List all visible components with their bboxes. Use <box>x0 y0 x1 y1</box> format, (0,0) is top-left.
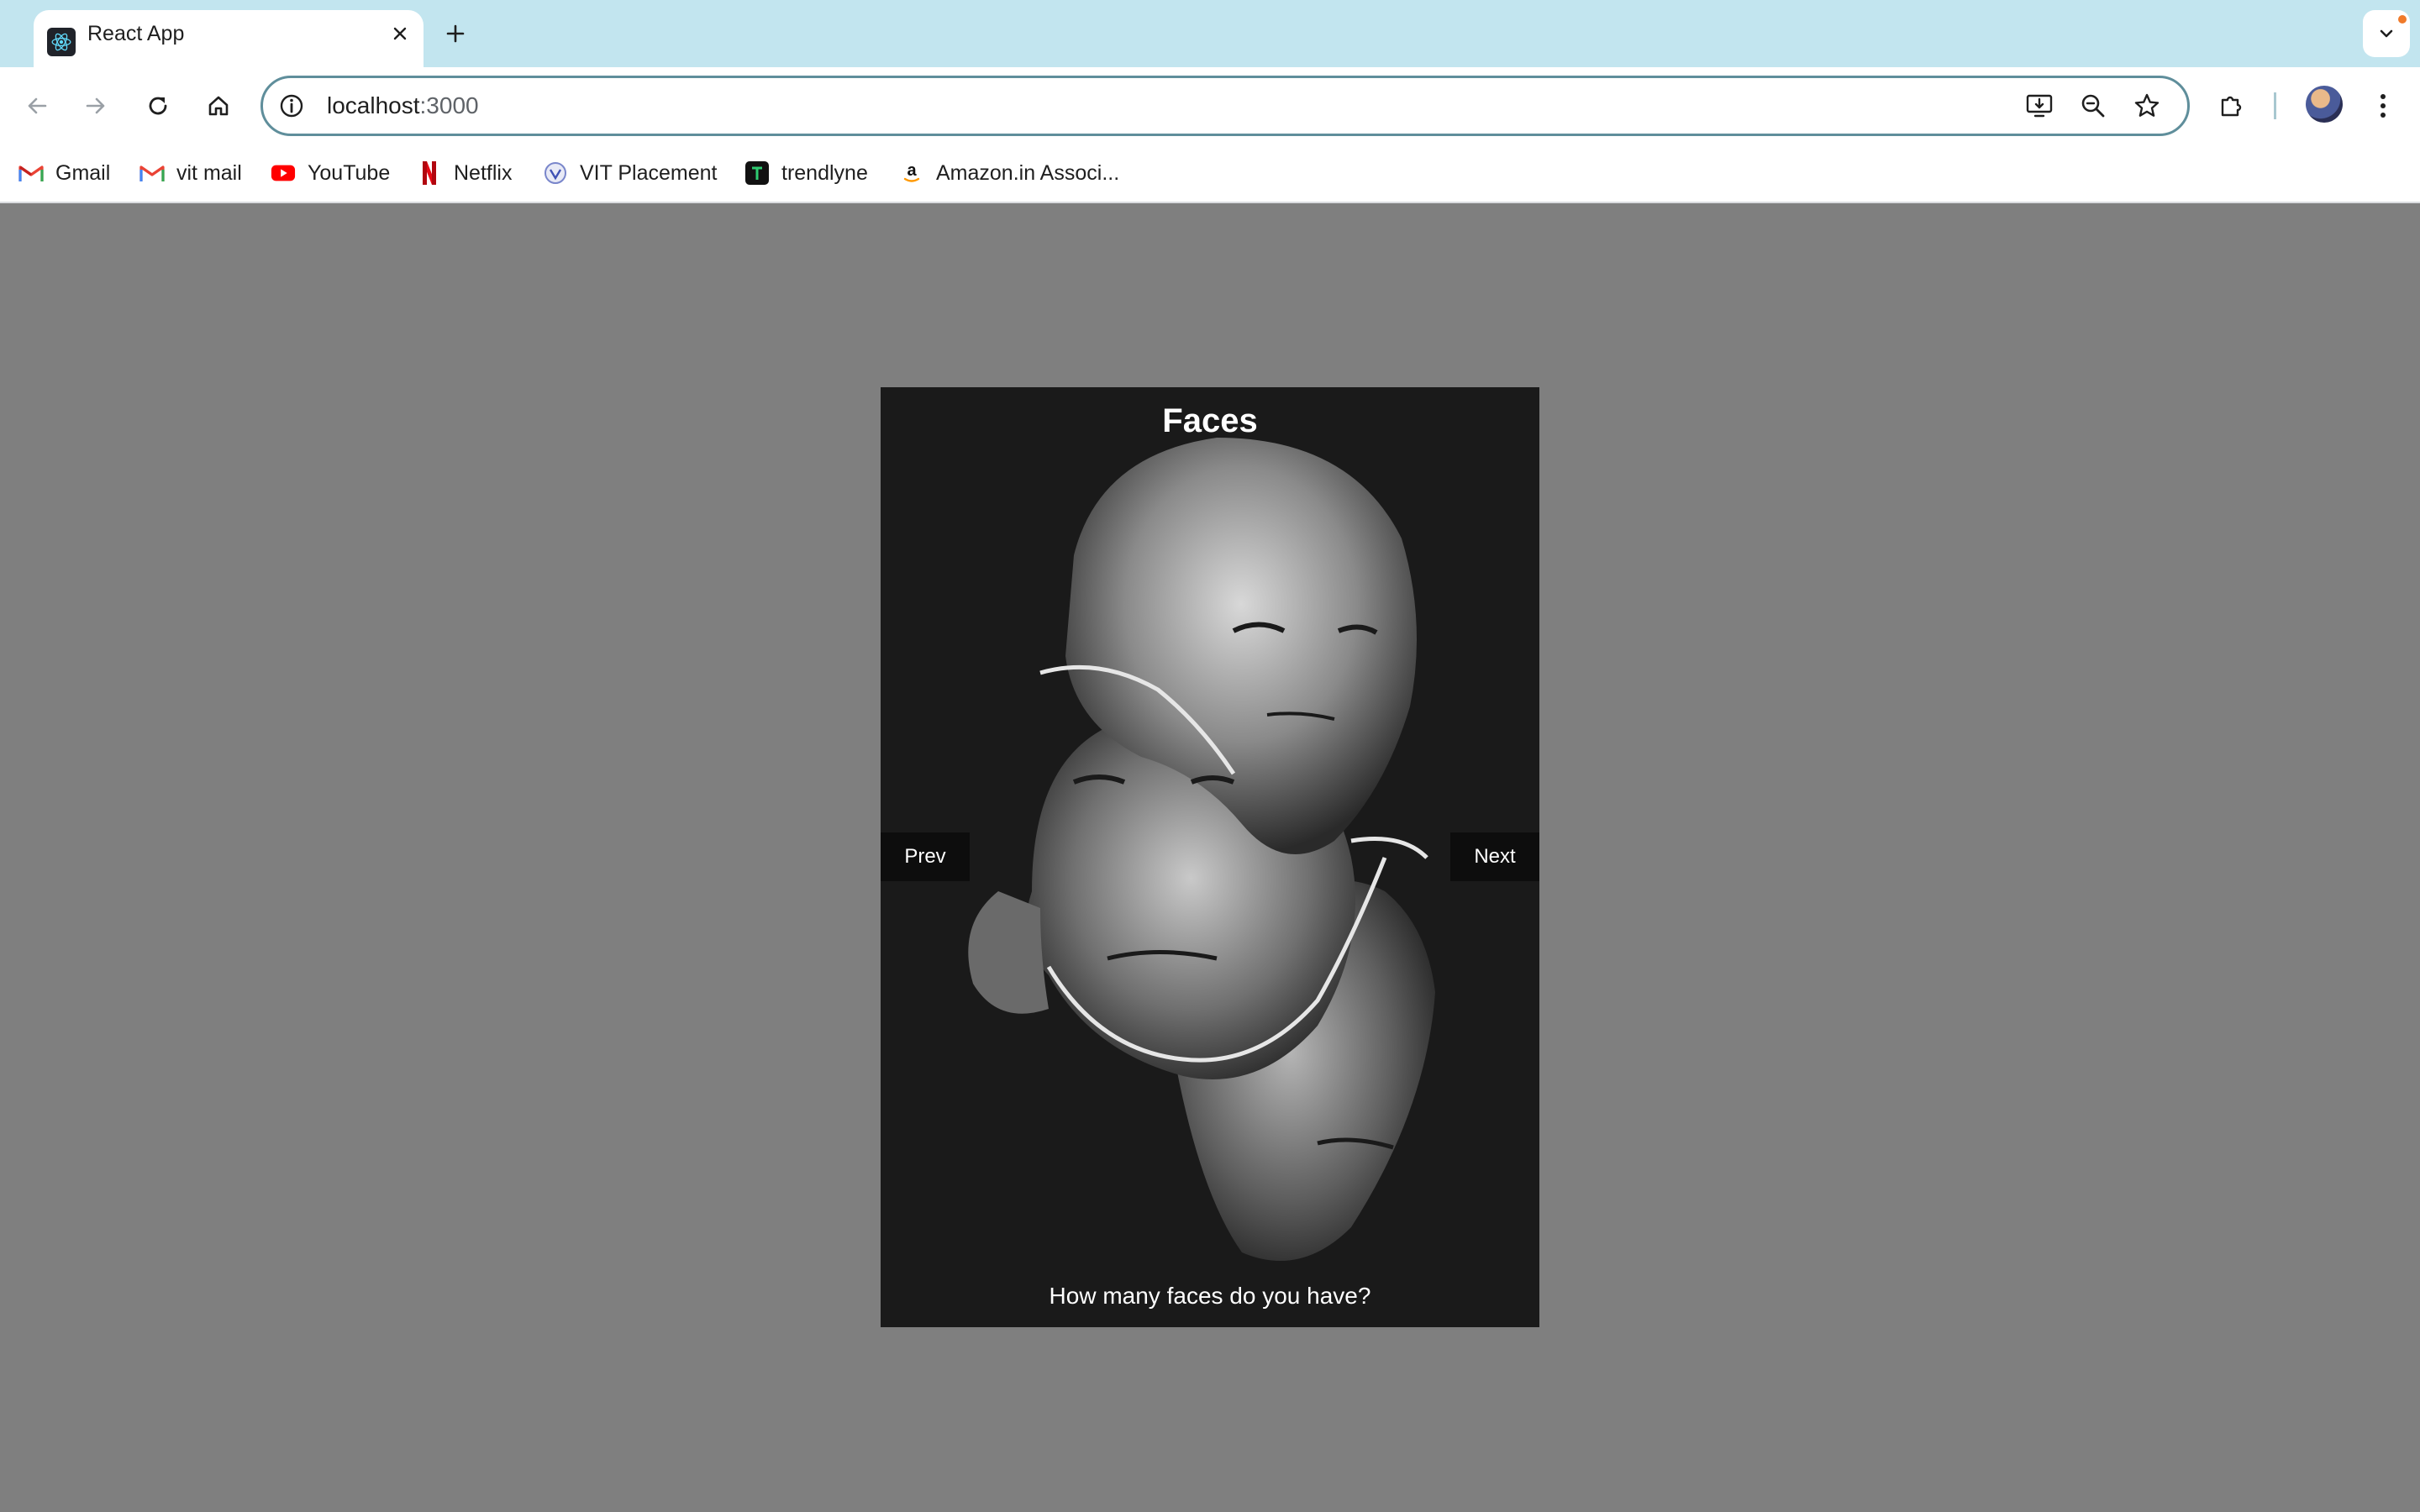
home-icon <box>208 96 229 116</box>
bookmark-label: vit mail <box>176 160 242 185</box>
amazon-icon: a <box>899 160 924 186</box>
bookmark-gmail[interactable]: Gmail <box>18 144 110 202</box>
back-button[interactable] <box>17 86 57 126</box>
bookmark-vit-mail[interactable]: vit mail <box>139 144 242 202</box>
browser-toolbar: localhost:3000 <box>0 67 2420 144</box>
bookmark-label: Netflix <box>454 160 513 185</box>
close-tab-icon[interactable] <box>387 20 413 47</box>
bookmark-star-icon[interactable] <box>2130 89 2164 123</box>
browser-menu-button[interactable] <box>2363 86 2403 126</box>
reload-icon <box>149 97 167 115</box>
arrow-right-icon <box>86 97 105 114</box>
react-logo-icon <box>47 28 76 56</box>
forward-button[interactable] <box>76 86 116 126</box>
next-button[interactable]: Next <box>1450 832 1539 881</box>
bookmark-trendlyne[interactable]: trendlyne <box>744 144 868 202</box>
arrow-left-icon <box>28 97 47 114</box>
faces-artwork-image <box>968 438 1435 1261</box>
profile-avatar[interactable] <box>2306 86 2343 123</box>
page-content: Faces Prev Next How many faces do you ha… <box>0 203 2420 1512</box>
gmail-icon <box>18 160 44 186</box>
home-button[interactable] <box>198 86 239 126</box>
bookmark-label: YouTube <box>308 160 391 185</box>
tab-search-button[interactable] <box>2363 10 2410 57</box>
bookmark-label: VIT Placement <box>580 160 718 185</box>
gallery-title: Faces <box>1162 402 1258 439</box>
zoom-icon[interactable] <box>2076 89 2110 123</box>
gmail-icon <box>139 160 165 186</box>
url-host: localhost <box>327 92 420 118</box>
youtube-icon <box>271 160 296 186</box>
bookmark-amazon[interactable]: a Amazon.in Associ... <box>899 144 1119 202</box>
toolbar-divider <box>2274 92 2276 119</box>
extensions-button[interactable] <box>2212 86 2252 126</box>
vit-icon <box>543 160 568 186</box>
netflix-icon <box>417 160 442 186</box>
notification-dot <box>2398 15 2407 24</box>
bookmark-label: trendlyne <box>781 160 868 185</box>
prev-button[interactable]: Prev <box>881 832 970 881</box>
bookmark-netflix[interactable]: Netflix <box>417 144 512 202</box>
url-port: :3000 <box>419 92 479 118</box>
reload-button[interactable] <box>138 86 178 126</box>
site-info-icon[interactable] <box>278 92 305 119</box>
bookmark-label: Gmail <box>55 160 111 185</box>
bookmark-vit-placement[interactable]: VIT Placement <box>543 144 718 202</box>
chevron-down-icon <box>2380 29 2393 38</box>
install-app-icon[interactable] <box>2023 89 2056 123</box>
url-text[interactable]: localhost:3000 <box>327 78 479 134</box>
new-tab-icon[interactable] <box>439 17 472 50</box>
image-caption: How many faces do you have? <box>1049 1283 1371 1309</box>
bookmark-label: Amazon.in Associ... <box>936 160 1120 185</box>
more-vertical-icon <box>2381 94 2386 118</box>
address-bar[interactable]: localhost:3000 <box>260 76 2190 136</box>
tab-strip: React App <box>0 0 2420 67</box>
trendlyne-icon <box>744 160 770 186</box>
bookmark-youtube[interactable]: YouTube <box>271 144 390 202</box>
browser-tab[interactable]: React App <box>34 10 424 67</box>
tab-title: React App <box>87 22 185 45</box>
carousel-card: Faces Prev Next How many faces do you ha… <box>881 387 1539 1327</box>
bookmarks-bar: Gmail vit mail YouTube Netflix VIT Place… <box>0 144 2420 203</box>
puzzle-icon <box>2221 96 2242 117</box>
svg-text:a: a <box>907 161 917 180</box>
